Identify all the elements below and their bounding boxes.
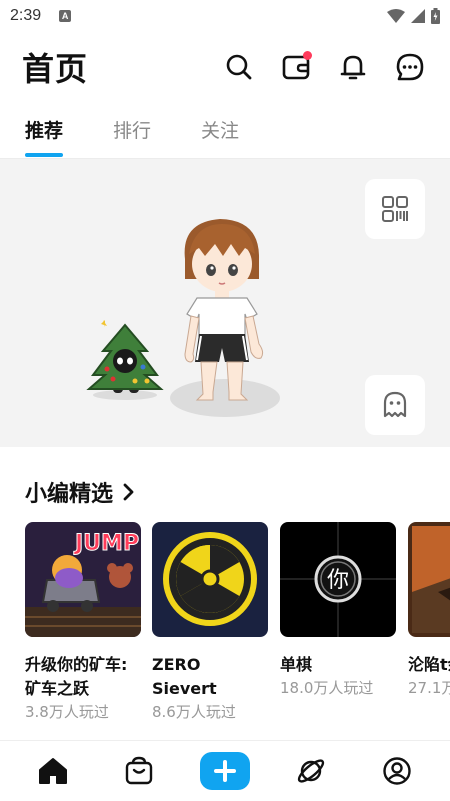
game-name: 沦陷t余晖 (408, 655, 450, 674)
nav-explore[interactable] (286, 746, 336, 796)
tab-label: 推荐 (25, 120, 64, 142)
editors-picks-header[interactable]: 小编精选 (25, 476, 135, 508)
thumb-jump-text: JUMP! (73, 531, 141, 556)
status-bar: 2:39 A (0, 0, 450, 32)
signal-icon (411, 9, 425, 23)
tab-label: 排行 (113, 120, 152, 142)
nav-home[interactable] (28, 746, 78, 796)
game-players: 18.0万人玩过 (280, 679, 374, 697)
bell-icon (340, 55, 366, 80)
tab-following[interactable]: 关注 (201, 108, 239, 158)
ghost-icon (383, 391, 407, 418)
game-thumbnail: JUMP! (25, 522, 141, 637)
tab-bar: 推荐 排行 关注 (0, 108, 450, 158)
section-title: 小编精选 (25, 482, 114, 507)
christmas-tree-pet[interactable] (85, 317, 165, 402)
notifications-button[interactable] (335, 49, 371, 85)
editors-picks-list: JUMP! 升级你的矿车:矿车之跃 3.8万人玩过 (25, 522, 450, 732)
tab-active-indicator (25, 153, 64, 157)
notification-dot (303, 51, 312, 60)
planet-icon (297, 759, 325, 783)
chat-icon (396, 53, 424, 81)
game-players: 8.6万人玩过 (152, 703, 236, 721)
game-thumbnail: 你 (280, 522, 396, 637)
tab-label: 关注 (201, 120, 240, 142)
nav-create[interactable] (200, 746, 250, 796)
game-card[interactable]: ZERO Sievert 8.6万人玩过 (152, 522, 268, 723)
game-thumbnail (152, 522, 268, 637)
nav-store[interactable] (114, 746, 164, 796)
status-a-badge: A (59, 10, 72, 22)
bag-icon (125, 756, 153, 785)
page-title: 首页 (22, 50, 89, 88)
avatar-character[interactable] (175, 214, 270, 409)
add-button[interactable] (200, 752, 250, 790)
thumb-char-text: 你 (327, 568, 349, 593)
battery-icon (431, 8, 440, 24)
game-card[interactable]: 沦陷t余晖 27.1万人玩过 (408, 522, 450, 699)
home-icon (39, 758, 67, 784)
qr-code-icon (382, 196, 408, 222)
tab-ranking[interactable]: 排行 (113, 108, 151, 158)
search-button[interactable] (221, 49, 257, 85)
game-thumbnail (408, 522, 450, 637)
status-time: 2:39 (10, 7, 42, 24)
game-name: 单棋 (280, 655, 313, 674)
game-card[interactable]: 你 单棋 18.0万人玩过 (280, 522, 396, 699)
header-actions (221, 49, 428, 85)
wallet-button[interactable] (278, 49, 314, 85)
profile-icon (383, 757, 411, 785)
avatar-edit-button[interactable] (365, 375, 425, 435)
nav-profile[interactable] (372, 746, 422, 796)
game-name: ZERO Sievert (152, 655, 217, 698)
game-name: 升级你的矿车:矿车之跃 (25, 655, 128, 698)
app-header: 首页 (0, 38, 450, 96)
add-icon (214, 760, 236, 782)
tab-recommended[interactable]: 推荐 (25, 108, 64, 158)
avatar-showcase[interactable] (0, 158, 450, 447)
game-players: 27.1万人玩过 (408, 679, 450, 697)
chevron-right-icon (123, 483, 134, 501)
status-indicators (387, 8, 440, 24)
bottom-navigation (0, 740, 450, 801)
game-card[interactable]: JUMP! 升级你的矿车:矿车之跃 3.8万人玩过 (25, 522, 141, 723)
qr-code-button[interactable] (365, 179, 425, 239)
wifi-icon (387, 9, 405, 23)
game-players: 3.8万人玩过 (25, 703, 109, 721)
messages-button[interactable] (392, 49, 428, 85)
search-icon (226, 54, 252, 80)
